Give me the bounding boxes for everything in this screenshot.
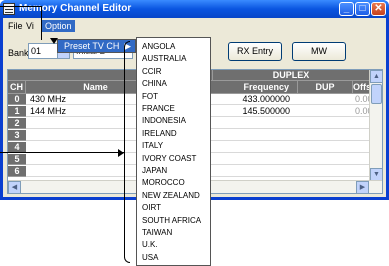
row-channel-number: 5 [8,154,26,165]
bank-label: Bank [8,48,29,58]
tv-channel-item[interactable]: NEW ZEALAND [142,190,200,202]
vertical-scrollbar[interactable]: ▲ ▼ [369,70,382,181]
callout-line [0,6,42,7]
mw-button[interactable]: MW [292,42,346,61]
menu-bar: File Vi Option [3,18,386,34]
tv-channel-item[interactable]: CHINA [142,78,167,90]
tv-channel-item[interactable]: AUSTRALIA [142,53,186,65]
scroll-right-icon[interactable]: ▶ [356,181,369,193]
app-icon [3,3,15,15]
row-channel-number: 3 [8,130,26,141]
tv-channel-item[interactable]: ITALY [142,140,163,152]
preset-tv-ch-label: Preset TV CH [64,41,120,51]
tv-channel-item[interactable]: JAPAN [142,165,167,177]
row-offset-cell[interactable] [355,130,370,141]
row-dup-cell[interactable] [298,106,353,117]
maximize-button[interactable]: □ [355,2,370,16]
tv-channel-item[interactable]: ANGOLA [142,41,175,53]
tv-channel-item[interactable]: TAIWAN [142,227,172,239]
row-dup-cell[interactable] [298,142,353,153]
row-dup-cell[interactable] [298,118,353,129]
callout-bracket [124,41,130,263]
row-dup-cell[interactable] [298,130,353,141]
row-offset-cell[interactable] [355,154,370,165]
row-dup-cell[interactable] [298,94,353,105]
row-offset-cell[interactable] [355,118,370,129]
duplex-group-header: DUPLEX [213,70,370,81]
tv-channel-item[interactable]: IVORY COAST [142,153,196,165]
tv-channel-item[interactable]: FRANCE [142,103,175,115]
row-offset-cell[interactable]: 0.000 [355,94,370,105]
tv-channel-item[interactable]: U.K. [142,239,158,251]
row-dup-cell[interactable] [298,166,353,177]
tv-channel-item[interactable]: INDONESIA [142,115,186,127]
minimize-button[interactable]: _ [339,2,354,16]
row-dup-cell[interactable] [298,154,353,165]
column-header-ch[interactable]: CH [8,81,26,94]
row-channel-number: 1 [8,106,26,117]
scroll-thumb[interactable] [371,84,382,104]
row-channel-number: 6 [8,166,26,177]
title-bar[interactable]: Memory Channel Editor _ □ ✕ [0,0,389,18]
close-button[interactable]: ✕ [371,2,386,16]
tv-channel-item[interactable]: OIRT [142,202,161,214]
rx-entry-button[interactable]: RX Entry [228,42,282,61]
callout-line [41,6,42,40]
scroll-left-icon[interactable]: ◀ [8,181,21,193]
row-offset-cell[interactable]: 0.000 [355,106,370,117]
tv-channel-item[interactable]: FOT [142,91,158,103]
tv-channel-item[interactable]: IRELAND [142,128,177,140]
tv-channel-item[interactable]: USA [142,252,158,264]
row-offset-cell[interactable] [355,166,370,177]
tv-channel-item[interactable]: MOROCCO [142,177,185,189]
callout-line [0,152,124,153]
scroll-up-icon[interactable]: ▲ [370,70,382,83]
column-header-offset[interactable]: Offse [353,81,370,94]
tv-channel-submenu: ANGOLA AUSTRALIA CCIR CHINA FOT FRANCE INDONES… [136,37,211,266]
row-channel-number: 2 [8,118,26,129]
bank-select-value: 01 [31,46,42,56]
row-channel-number: 0 [8,94,26,105]
tv-channel-item[interactable]: SOUTH AFRICA [142,215,201,227]
callout-arrow-icon [50,38,58,44]
callout-arrow-icon [118,149,124,157]
row-offset-cell[interactable] [355,142,370,153]
menu-option[interactable]: Option [42,20,75,32]
window-title: Memory Channel Editor [19,3,132,14]
column-header-dup[interactable]: DUP [298,81,353,94]
tv-channel-item[interactable]: CCIR [142,66,162,78]
menu-view[interactable]: Vi [23,20,37,32]
